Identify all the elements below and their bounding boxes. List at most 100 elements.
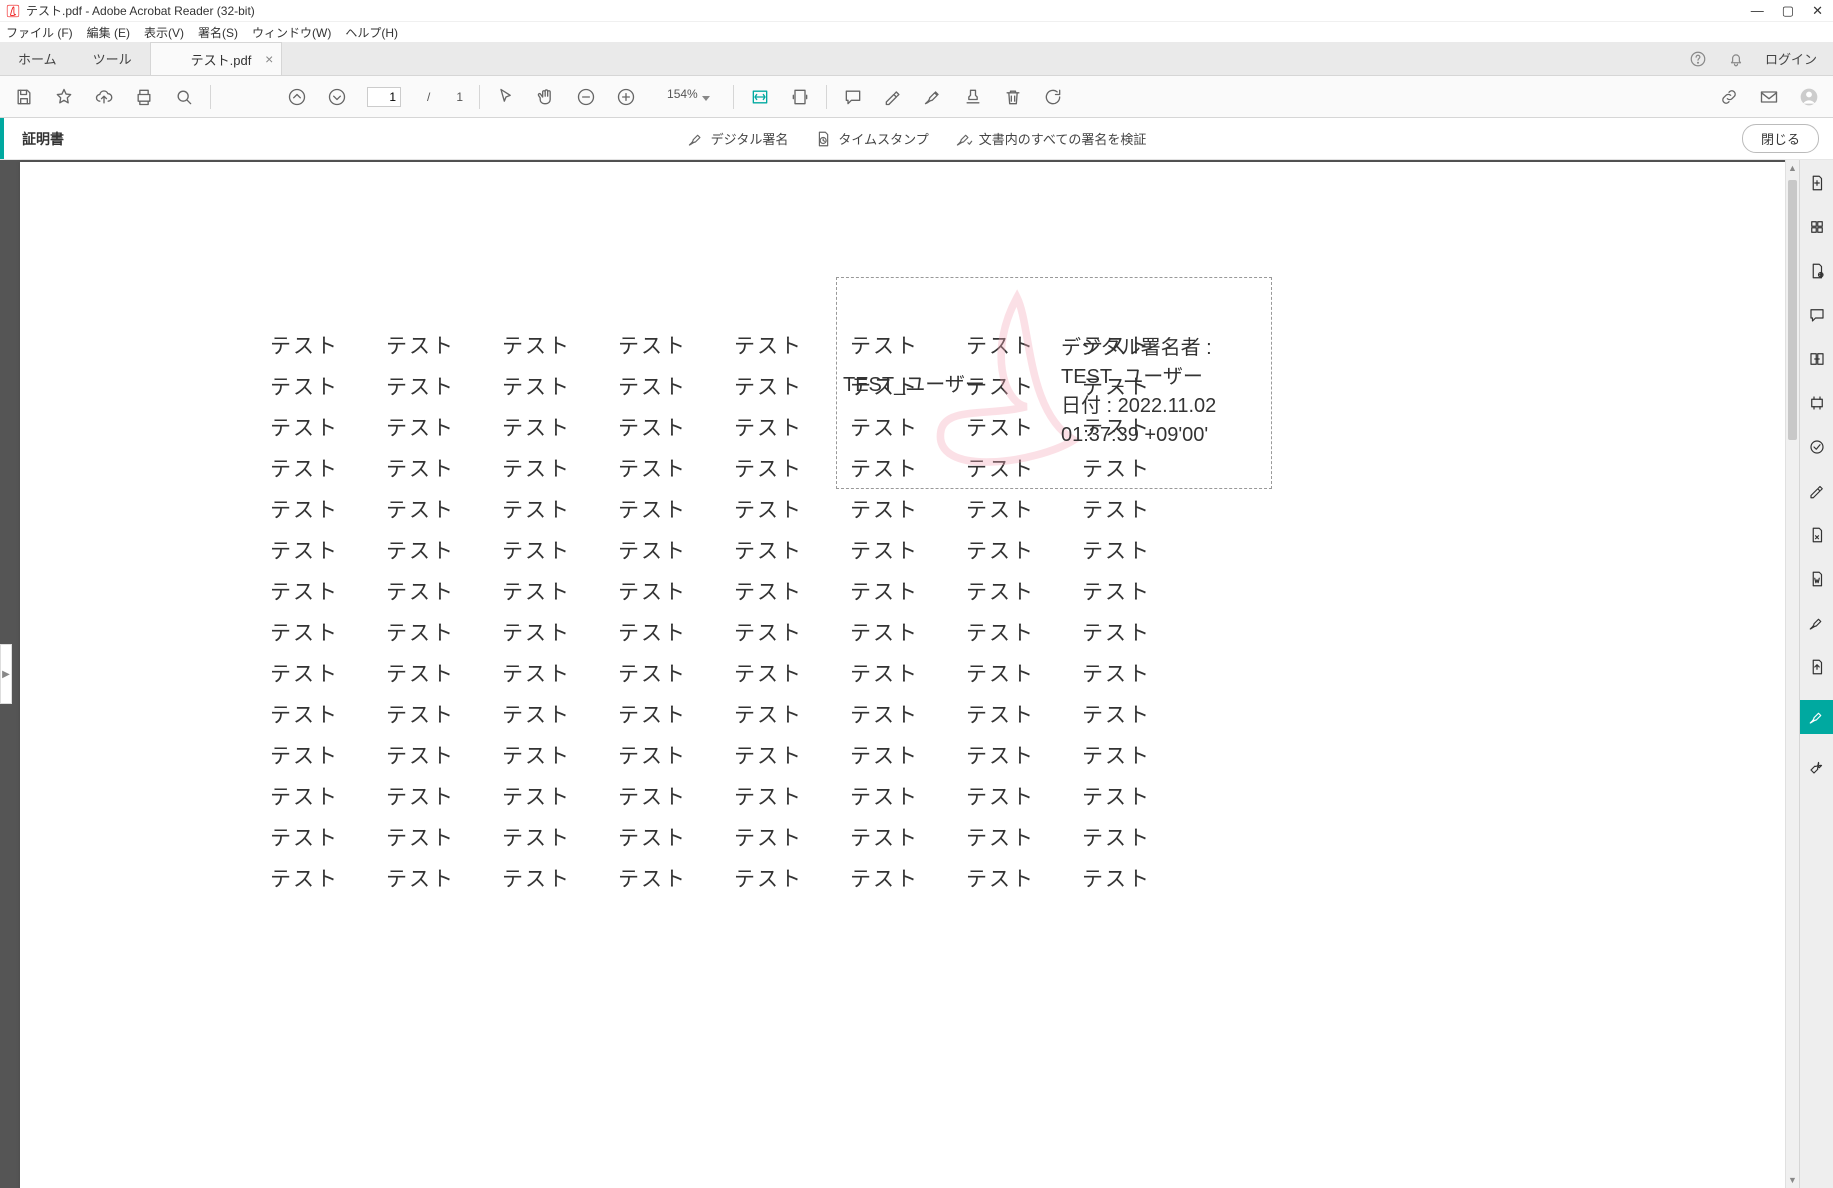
minimize-button[interactable]: — [1751,3,1764,18]
doc-cell: テスト [386,863,502,904]
timestamp-button[interactable]: タイムスタンプ [814,129,928,148]
rail-more-tools-icon[interactable] [1806,756,1828,778]
doc-cell: テスト [502,822,618,863]
scroll-down-icon[interactable]: ▼ [1786,1172,1799,1188]
hand-icon[interactable] [536,87,556,107]
tab-file-active[interactable]: テスト.pdf × [150,42,283,75]
tab-tools[interactable]: ツール [75,42,150,75]
doc-cell: テスト [270,371,386,412]
pointer-icon[interactable] [496,87,516,107]
zoom-select[interactable]: 154% [656,86,717,108]
doc-cell: テスト [386,699,502,740]
doc-cell: テスト [850,494,966,535]
sig-line-date: 日付 : 2022.11.02 [1061,392,1216,421]
signature-field[interactable]: TEST_ユーザー デジタル署名者 : TEST_ユーザー 日付 : 2022.… [836,277,1272,489]
doc-cell: テスト [1082,617,1198,658]
tab-home[interactable]: ホーム [0,42,75,75]
doc-cell: テスト [1082,658,1198,699]
right-tool-rail [1799,160,1833,1188]
doc-cell: テスト [966,494,1082,535]
close-window-button[interactable]: ✕ [1812,3,1823,19]
doc-cell: テスト [270,535,386,576]
page-down-icon[interactable] [327,87,347,107]
menu-edit[interactable]: 編集 (E) [87,24,130,41]
doc-cell: テスト [618,822,734,863]
doc-cell: テスト [734,617,850,658]
doc-cell: テスト [386,658,502,699]
doc-cell: テスト [734,699,850,740]
cloud-upload-icon[interactable] [94,87,114,107]
email-icon[interactable] [1759,87,1779,107]
tab-close-icon[interactable]: × [265,51,273,67]
doc-cell: テスト [386,412,502,453]
page-up-icon[interactable] [287,87,307,107]
rail-create-pdf-icon[interactable] [1806,172,1828,194]
doc-cell: テスト [734,658,850,699]
doc-cell: テスト [618,617,734,658]
doc-cell: テスト [850,576,966,617]
doc-cell: テスト [734,576,850,617]
doc-cell: テスト [1082,822,1198,863]
stamp-icon[interactable] [963,87,983,107]
bell-icon[interactable] [1727,50,1745,68]
pdf-page[interactable]: テストテストテストテストテストテストテストテストテストテストテストテストテストテ… [20,162,1785,1188]
digital-sign-button[interactable]: デジタル署名 [687,129,789,148]
rail-compress-icon[interactable] [1806,392,1828,414]
window-title: テスト.pdf - Adobe Acrobat Reader (32-bit) [26,2,1751,19]
account-icon[interactable] [1799,87,1819,107]
rail-comment-icon[interactable] [1806,304,1828,326]
page-number-input[interactable] [367,87,401,107]
acrobat-app-icon [6,4,20,18]
rail-export-pdf-icon[interactable] [1806,524,1828,546]
save-icon[interactable] [14,87,34,107]
scroll-up-icon[interactable]: ▲ [1786,160,1799,176]
rail-sign-icon[interactable] [1806,612,1828,634]
rail-edit-pdf-icon[interactable] [1806,260,1828,282]
vertical-scrollbar[interactable]: ▲ ▼ [1785,160,1799,1188]
page-sep: / [427,90,430,104]
menu-sign[interactable]: 署名(S) [198,24,238,41]
help-icon[interactable] [1689,50,1707,68]
doc-cell: テスト [850,617,966,658]
menu-window[interactable]: ウィンドウ(W) [252,24,331,41]
share-link-icon[interactable] [1719,87,1739,107]
fit-width-icon[interactable] [750,87,770,107]
doc-cell: テスト [850,658,966,699]
close-toolbar-button[interactable]: 閉じる [1742,124,1819,153]
sign-pen-icon[interactable] [923,87,943,107]
zoom-in-icon[interactable] [616,87,636,107]
zoom-out-icon[interactable] [576,87,596,107]
rail-send-icon[interactable] [1806,656,1828,678]
doc-cell: テスト [850,863,966,904]
maximize-button[interactable]: ▢ [1782,3,1794,19]
doc-cell: テスト [270,453,386,494]
star-icon[interactable] [54,87,74,107]
doc-cell: テスト [270,617,386,658]
doc-cell: テスト [618,494,734,535]
doc-cell: テスト [386,494,502,535]
rotate-icon[interactable] [1043,87,1063,107]
menu-file[interactable]: ファイル (F) [6,24,73,41]
menu-view[interactable]: 表示(V) [144,24,184,41]
login-button[interactable]: ログイン [1765,49,1817,68]
sig-line-signer-label: デジタル署名者 : [1061,334,1216,363]
doc-cell: テスト [386,781,502,822]
comment-icon[interactable] [843,87,863,107]
title-bar: テスト.pdf - Adobe Acrobat Reader (32-bit) … [0,0,1833,22]
rail-organize-icon[interactable] [1806,348,1828,370]
verify-all-button[interactable]: 文書内のすべての署名を検証 [955,129,1147,148]
highlight-icon[interactable] [883,87,903,107]
menu-help[interactable]: ヘルプ(H) [345,24,398,41]
rail-redact-icon[interactable] [1806,480,1828,502]
fit-page-icon[interactable] [790,87,810,107]
nav-collapse-handle[interactable]: ▶ [0,644,12,704]
rail-protect-icon[interactable] [1806,436,1828,458]
trash-icon[interactable] [1003,87,1023,107]
scrollbar-thumb[interactable] [1788,180,1797,440]
doc-cell: テスト [270,658,386,699]
rail-certificates-icon[interactable] [1800,700,1833,734]
rail-combine-icon[interactable] [1806,216,1828,238]
rail-convert-word-icon[interactable] [1806,568,1828,590]
search-icon[interactable] [174,87,194,107]
print-icon[interactable] [134,87,154,107]
